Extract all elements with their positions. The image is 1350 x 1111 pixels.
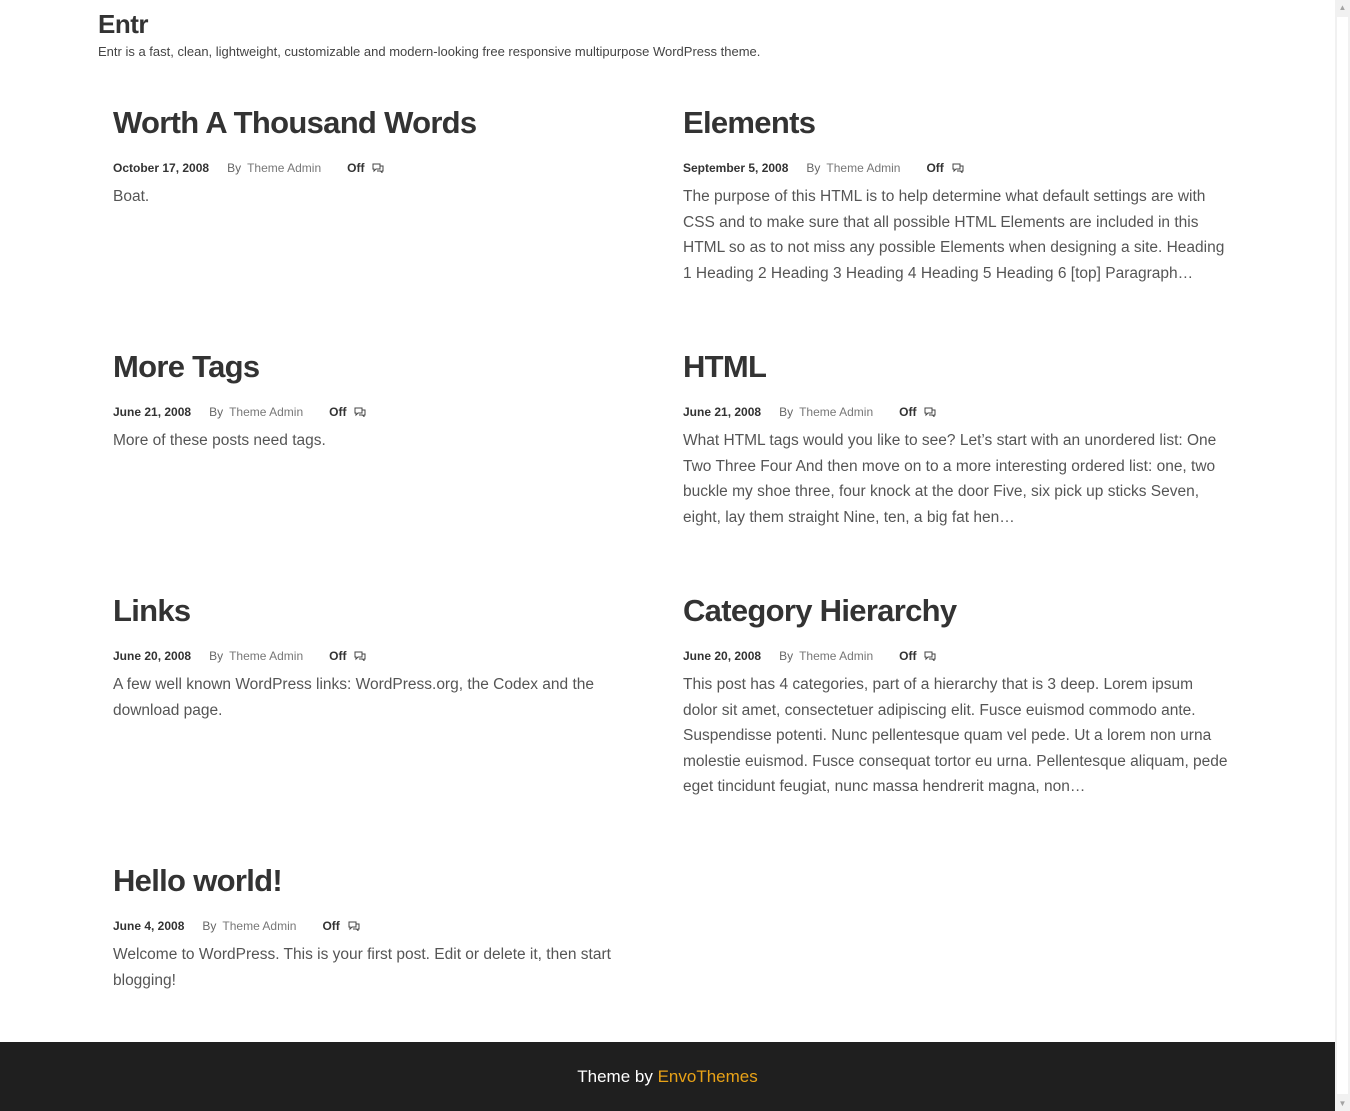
post-comments-status[interactable]: Off [926, 161, 943, 175]
post-comments-status[interactable]: Off [899, 649, 916, 663]
post-date[interactable]: September 5, 2008 [683, 161, 788, 175]
footer-envothemes-link[interactable]: EnvoThemes [658, 1067, 758, 1086]
scrollbar-thumb[interactable] [1337, 17, 1348, 1094]
post-excerpt: A few well known WordPress links: WordPr… [113, 676, 595, 719]
post-by-label: By [209, 405, 224, 419]
comment-icon [354, 651, 366, 661]
post-meta: June 20, 2008 By Theme Admin Off [683, 649, 1228, 663]
post-title[interactable]: HTML [683, 349, 1228, 385]
footer-credit: Theme by EnvoThemes [0, 1042, 1335, 1111]
post-comments-status[interactable]: Off [329, 405, 346, 419]
post-meta: June 20, 2008 By Theme Admin Off [113, 649, 658, 663]
post-card: Category Hierarchy June 20, 2008 By Them… [683, 593, 1228, 800]
post-title[interactable]: Hello world! [113, 863, 658, 899]
post-excerpt: This post has 4 categories, part of a hi… [683, 676, 1228, 796]
post-date[interactable]: June 4, 2008 [113, 919, 184, 933]
site-header: Entr Entr is a fast, clean, lightweight,… [98, 8, 760, 60]
post-meta: June 21, 2008 By Theme Admin Off [683, 405, 1228, 419]
post-meta: June 21, 2008 By Theme Admin Off [113, 405, 658, 419]
post-author[interactable]: Theme Admin [222, 919, 296, 933]
post-date[interactable]: June 20, 2008 [113, 649, 191, 663]
post-title[interactable]: Links [113, 593, 658, 629]
post-meta: October 17, 2008 By Theme Admin Off [113, 161, 658, 175]
post-by-label: By [227, 161, 242, 175]
post-comments-status[interactable]: Off [329, 649, 346, 663]
post-date[interactable]: October 17, 2008 [113, 161, 209, 175]
post-by-label: By [779, 649, 794, 663]
post-card: Elements September 5, 2008 By Theme Admi… [683, 105, 1228, 286]
comment-icon [924, 407, 936, 417]
post-by-label: By [779, 405, 794, 419]
post-title[interactable]: Elements [683, 105, 1228, 141]
post-card: More Tags June 21, 2008 By Theme Admin O… [113, 349, 658, 454]
post-title[interactable]: Worth A Thousand Words [113, 105, 658, 141]
post-excerpt: Welcome to WordPress. This is your first… [113, 946, 611, 989]
post-date[interactable]: June 21, 2008 [113, 405, 191, 419]
site-description: Entr is a fast, clean, lightweight, cust… [98, 44, 761, 59]
post-author[interactable]: Theme Admin [799, 649, 873, 663]
post-card: Worth A Thousand Words October 17, 2008 … [113, 105, 658, 210]
post-card: HTML June 21, 2008 By Theme Admin Off Wh… [683, 349, 1228, 530]
comment-icon [354, 407, 366, 417]
post-author[interactable]: Theme Admin [799, 405, 873, 419]
post-title[interactable]: More Tags [113, 349, 658, 385]
post-date[interactable]: June 20, 2008 [683, 649, 761, 663]
post-card: Hello world! June 4, 2008 By Theme Admin… [113, 863, 658, 993]
post-card: Links June 20, 2008 By Theme Admin Off A… [113, 593, 658, 723]
vertical-scrollbar[interactable]: ▲ ▼ [1335, 0, 1350, 1111]
post-comments-status[interactable]: Off [347, 161, 364, 175]
footer-prefix: Theme by [577, 1067, 653, 1086]
post-comments-status[interactable]: Off [899, 405, 916, 419]
comment-icon [372, 163, 384, 173]
post-author[interactable]: Theme Admin [826, 161, 900, 175]
post-excerpt: The purpose of this HTML is to help dete… [683, 188, 1225, 282]
site-footer: Theme by EnvoThemes [0, 1042, 1335, 1111]
post-author[interactable]: Theme Admin [229, 405, 303, 419]
comment-icon [952, 163, 964, 173]
post-author[interactable]: Theme Admin [229, 649, 303, 663]
post-excerpt: What HTML tags would you like to see? Le… [683, 432, 1217, 526]
post-meta: June 4, 2008 By Theme Admin Off [113, 919, 658, 933]
post-excerpt: More of these posts need tags. [113, 432, 326, 449]
site-title[interactable]: Entr [98, 8, 760, 40]
post-author[interactable]: Theme Admin [247, 161, 321, 175]
post-by-label: By [209, 649, 224, 663]
post-title[interactable]: Category Hierarchy [683, 593, 1228, 629]
post-excerpt: Boat. [113, 188, 150, 205]
post-by-label: By [806, 161, 821, 175]
page: Entr Entr is a fast, clean, lightweight,… [0, 0, 1335, 1111]
scroll-down-arrow-icon[interactable]: ▼ [1335, 1096, 1350, 1111]
comment-icon [348, 921, 360, 931]
post-by-label: By [202, 919, 217, 933]
comment-icon [924, 651, 936, 661]
post-comments-status[interactable]: Off [322, 919, 339, 933]
post-meta: September 5, 2008 By Theme Admin Off [683, 161, 1228, 175]
post-date[interactable]: June 21, 2008 [683, 405, 761, 419]
scroll-up-arrow-icon[interactable]: ▲ [1335, 0, 1350, 15]
